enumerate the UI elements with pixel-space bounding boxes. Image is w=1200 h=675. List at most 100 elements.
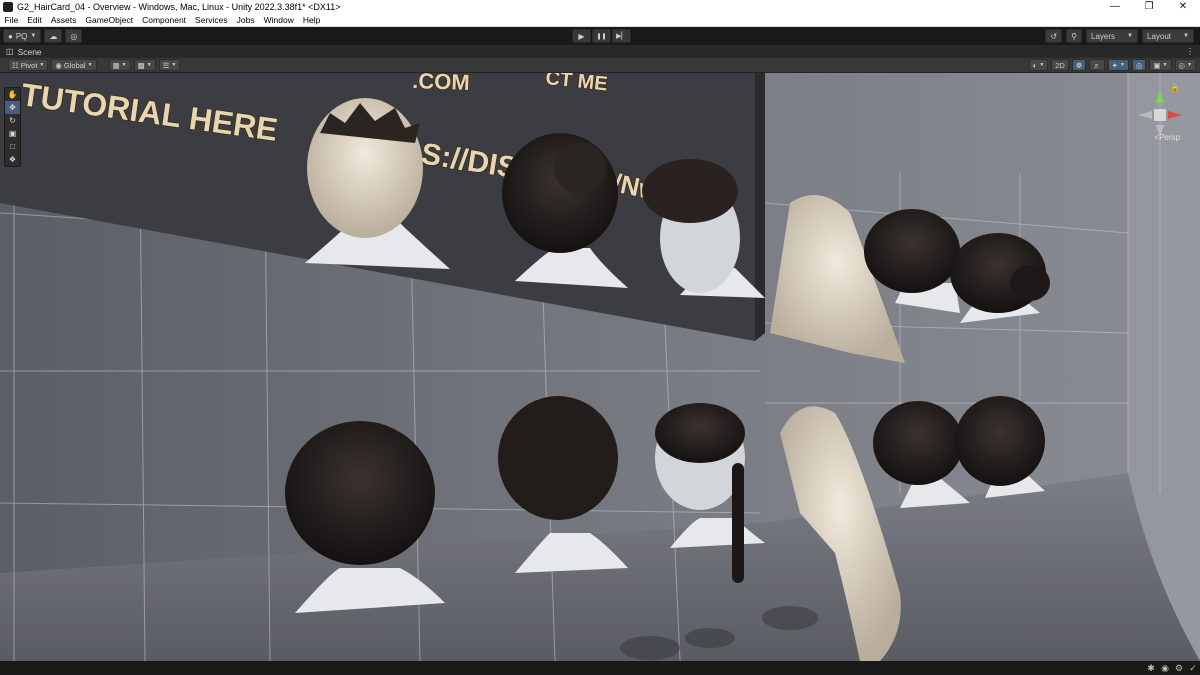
scene-toolbar: ☷ Pivot ▼ ◉ Global ▼ ▦ ▼ ▩ ▼ ☰ ▼ ◐ ▼ 2D ❁ ♬ … <box>0 58 1200 73</box>
gizmos-dropdown[interactable]: ◎ ▼ <box>1174 59 1196 71</box>
scene-viewport[interactable]: TUTORIAL HERE .COM CT ME S://DIS /Nw ✋ ✥… <box>0 73 1200 661</box>
status-bar: ✱ ◉ ⚙ ✓ <box>0 661 1200 675</box>
toolbar-right: ↺ ⚲ Layers ▼ Layout ▼ <box>1041 29 1194 43</box>
minimize-button[interactable]: — <box>1098 0 1132 14</box>
scene-toolbar-right: ◐ ▼ 2D ❁ ♬ ✦ ▼ ◎ ▣ ▼ ◎ ▼ <box>1026 59 1196 71</box>
menu-help[interactable]: Help <box>298 15 324 25</box>
tab-scene-label: Scene <box>17 46 42 57</box>
progress-icon[interactable]: ◉ <box>1158 663 1172 674</box>
menu-gameobject[interactable]: GameObject <box>81 15 138 25</box>
global-dropdown[interactable]: ◉ Global ▼ <box>51 59 97 71</box>
menu-window[interactable]: Window <box>259 15 298 25</box>
align-button[interactable]: ☰ ▼ <box>158 59 181 71</box>
more-menu-icon[interactable]: ⋮ <box>1186 47 1194 56</box>
banner-edge <box>755 73 765 341</box>
account-icon: ● <box>8 31 13 41</box>
collab-icon: ◎ <box>70 31 78 41</box>
sphere-icon: ◐ <box>1032 60 1038 70</box>
chevron-down-icon: ▼ <box>1187 62 1192 68</box>
menu-edit[interactable]: Edit <box>23 15 47 25</box>
pause-icon: ❚❚ <box>596 33 607 40</box>
rect-tool-icon[interactable]: □ <box>5 140 20 153</box>
effects-icon: ✦ <box>1111 60 1118 70</box>
axis-x-icon[interactable] <box>1168 111 1182 119</box>
layers-label: Layers <box>1091 31 1116 41</box>
unity-logo-icon <box>3 2 13 12</box>
chevron-down-icon: ▼ <box>1127 33 1133 39</box>
step-icon: ▶▏ <box>616 33 627 40</box>
camera-dropdown[interactable]: ▣ ▼ <box>1149 59 1172 71</box>
gizmo-center-icon[interactable] <box>1154 109 1166 121</box>
scene-render: TUTORIAL HERE .COM CT ME S://DIS /Nw <box>0 73 1200 661</box>
chevron-down-icon: ▼ <box>30 33 37 39</box>
grid-icon: ▦ <box>112 60 120 70</box>
axis-neg-x-icon[interactable] <box>1138 111 1152 119</box>
bug-icon[interactable]: ✱ <box>1144 663 1158 674</box>
history-icon: ↺ <box>1050 31 1058 41</box>
gizmo-icon: ◎ <box>1178 60 1186 70</box>
search-button[interactable]: ⚲ <box>1066 29 1082 43</box>
move-tool-icon[interactable]: ✥ <box>5 101 20 114</box>
cloud-button[interactable]: ☁ <box>44 29 63 43</box>
close-button[interactable]: ✕ <box>1166 0 1200 14</box>
camera-icon: ▣ <box>1153 60 1161 70</box>
tab-scene[interactable]: ◫ Scene <box>0 47 42 57</box>
draw-mode-dropdown[interactable]: ◐ ▼ <box>1028 59 1049 71</box>
grid-snap-button[interactable]: ▦ ▼ <box>108 59 131 71</box>
lock-icon[interactable]: 🔒 <box>1170 83 1180 92</box>
chevron-down-icon: ▼ <box>1119 62 1125 68</box>
step-button[interactable]: ▶▏ <box>612 29 631 43</box>
layout-label: Layout <box>1147 31 1172 41</box>
audio-toggle[interactable]: ♬ <box>1089 59 1105 71</box>
menu-file[interactable]: File <box>0 15 23 25</box>
lighting-toggle[interactable]: ❁ <box>1071 59 1087 71</box>
layers-dropdown[interactable]: Layers ▼ <box>1086 29 1138 43</box>
pivot-label: Pivot <box>20 60 38 70</box>
cloud-icon: ☁ <box>49 31 58 41</box>
chevron-down-icon: ▼ <box>87 62 93 68</box>
scale-tool-icon[interactable]: ▣ <box>5 127 20 140</box>
menu-assets[interactable]: Assets <box>46 15 81 25</box>
chevron-down-icon: ▼ <box>39 62 45 68</box>
hand-tool-icon[interactable]: ✋ <box>5 88 20 101</box>
collab-button[interactable]: ◎ <box>65 29 83 43</box>
pivot-icon: ☷ <box>12 60 19 70</box>
pivot-dropdown[interactable]: ☷ Pivot ▼ <box>8 59 49 71</box>
menu-bar: File Edit Assets GameObject Component Se… <box>0 14 1200 27</box>
play-icon: ▶ <box>578 31 585 41</box>
settings-icon[interactable]: ⚙ <box>1172 663 1186 674</box>
window-title: G2_HairCard_04 - Overview - Windows, Mac… <box>17 2 341 12</box>
check-icon[interactable]: ✓ <box>1186 663 1200 674</box>
window-titlebar: G2_HairCard_04 - Overview - Windows, Mac… <box>0 0 1200 14</box>
maximize-button[interactable]: ❐ <box>1132 0 1166 14</box>
menu-component[interactable]: Component <box>138 15 191 25</box>
toggle-2d-button[interactable]: 2D <box>1051 59 1069 71</box>
axis-y-icon[interactable] <box>1156 89 1164 103</box>
projection-label[interactable]: <Persp <box>1154 133 1180 142</box>
account-dropdown[interactable]: ● PQ ▼ <box>3 29 42 43</box>
menu-jobs[interactable]: Jobs <box>232 15 259 25</box>
snap-increment-button[interactable]: ▩ ▼ <box>133 59 156 71</box>
light-bulb-icon: ❁ <box>1075 60 1083 70</box>
chevron-down-icon: ▼ <box>121 62 127 68</box>
window-controls: — ❐ ✕ <box>1098 0 1200 14</box>
play-button[interactable]: ▶ <box>572 29 591 43</box>
effects-dropdown[interactable]: ✦ ▼ <box>1107 59 1129 71</box>
menu-services[interactable]: Services <box>191 15 233 25</box>
global-label: Global <box>63 60 86 70</box>
layout-dropdown[interactable]: Layout ▼ <box>1142 29 1194 43</box>
transform-tool-icon[interactable]: ❖ <box>5 153 20 166</box>
rotate-tool-icon[interactable]: ↻ <box>5 114 20 127</box>
toggle-2d-label: 2D <box>1055 60 1065 70</box>
chevron-down-icon: ▼ <box>1183 33 1189 39</box>
eye-slash-icon: ◎ <box>1135 60 1143 70</box>
pause-button[interactable]: ❚❚ <box>592 29 611 43</box>
speaker-icon: ♬ <box>1093 60 1101 70</box>
hidden-objects-toggle[interactable]: ◎ <box>1131 59 1147 71</box>
account-label: PQ <box>15 31 28 41</box>
undo-history-button[interactable]: ↺ <box>1045 29 1063 43</box>
chevron-down-icon: ▼ <box>1039 62 1045 68</box>
align-icon: ☰ <box>162 60 170 70</box>
chevron-down-icon: ▼ <box>171 62 177 68</box>
main-toolbar: ● PQ ▼ ☁ ◎ ▶ ❚❚ ▶▏ ↺ ⚲ Layers ▼ Layout ▼ <box>0 27 1200 45</box>
